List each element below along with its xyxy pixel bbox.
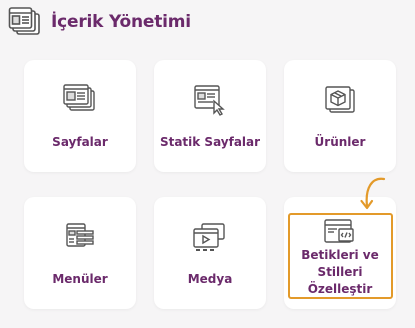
card-label: Menüler: [52, 272, 108, 286]
products-icon: [284, 84, 396, 116]
card-label: Statik Sayfalar: [159, 135, 261, 149]
card-static-pages[interactable]: Statik Sayfalar: [154, 60, 266, 172]
page-header: İçerik Yönetimi: [7, 4, 191, 40]
card-pages[interactable]: Sayfalar: [24, 60, 136, 172]
card-menus[interactable]: Menüler: [24, 197, 136, 309]
card-label: Sayfalar: [52, 135, 108, 149]
content-management-page: İçerik Yönetimi Sayfalar Statik Sayfalar…: [0, 0, 415, 328]
card-label: Betikleri ve Stilleri Özelleştir: [301, 248, 379, 296]
static-page-icon: [154, 84, 266, 116]
card-label: Medya: [187, 272, 233, 286]
menu-icon: [24, 221, 136, 251]
content-management-icon: [7, 4, 43, 40]
card-media[interactable]: Medya: [154, 197, 266, 309]
page-title: İçerik Yönetimi: [51, 12, 191, 32]
card-products[interactable]: Ürünler: [284, 60, 396, 172]
curved-arrow-icon: [360, 177, 386, 210]
pages-icon: [24, 84, 136, 114]
code-window-icon: [284, 218, 396, 248]
media-icon: [154, 221, 266, 253]
card-label: Ürünler: [314, 135, 366, 149]
